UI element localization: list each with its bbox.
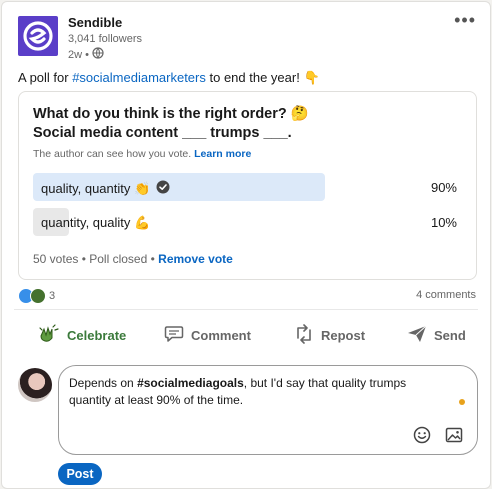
comment-icon — [164, 325, 184, 346]
poll-option-text: quantity, quality 💪 — [41, 215, 151, 230]
celebrate-reaction-icon — [30, 288, 46, 304]
reaction-count: 3 — [49, 290, 56, 302]
celebrate-label: Celebrate — [67, 327, 127, 343]
poll-card: What do you think is the right order? 🤔 … — [18, 91, 477, 280]
send-button[interactable]: Send — [407, 320, 466, 350]
comment-button[interactable]: Comment — [164, 320, 251, 350]
comment-text-before: Depends on — [69, 376, 138, 390]
celebrate-button[interactable]: Celebrate — [38, 320, 126, 350]
comment-hashtag: #socialmediagoals — [137, 376, 244, 390]
post-text: A poll for #socialmediamarketers to end … — [18, 70, 320, 86]
poll-note-text: The author can see how you vote. — [33, 148, 192, 160]
post-meta: 2w • — [68, 47, 104, 62]
learn-more-link[interactable]: Learn more — [194, 148, 251, 160]
poll-option-percent: 10% — [430, 215, 457, 230]
post-time: 2w • — [68, 48, 89, 61]
poll-option-text: quality, quantity 👏 — [41, 180, 151, 196]
comment-label: Comment — [191, 327, 251, 343]
poll-option-2[interactable]: quantity, quality 💪 10% — [33, 208, 457, 236]
author-name[interactable]: Sendible — [68, 15, 122, 30]
divider — [14, 309, 478, 310]
repost-label: Repost — [321, 327, 366, 343]
post-text-before: A poll for — [18, 70, 73, 85]
poll-status: • Poll closed • — [78, 252, 159, 266]
poll-option-1[interactable]: quality, quantity 👏 90% — [33, 173, 457, 201]
avatar[interactable] — [18, 368, 52, 402]
post-comment-button[interactable]: Post — [58, 463, 102, 485]
follower-count: 3,041 followers — [68, 33, 142, 45]
remove-vote-link[interactable]: Remove vote — [158, 252, 233, 266]
post-hashtag[interactable]: #socialmediamarketers — [72, 70, 206, 85]
reaction-summary[interactable]: 3 — [18, 288, 55, 304]
repost-button[interactable]: Repost — [294, 320, 365, 350]
check-circle-icon — [156, 180, 170, 197]
poll-footer: 50 votes • Poll closed • Remove vote — [33, 252, 233, 266]
comment-input[interactable]: Depends on #socialmediagoals, but I'd sa… — [58, 365, 478, 455]
post-text-after: to end the year! 👇 — [205, 70, 320, 85]
comment-input-text[interactable]: Depends on #socialmediagoals, but I'd sa… — [69, 375, 444, 409]
globe-icon — [92, 47, 104, 62]
poll-option-percent: 90% — [430, 180, 457, 195]
post-card: Sendible 3,041 followers 2w • ••• A poll… — [1, 1, 491, 489]
more-options-icon[interactable]: ••• — [454, 10, 476, 31]
vote-count: 50 votes — [33, 252, 79, 266]
grammar-indicator-dot[interactable] — [459, 399, 465, 405]
celebrate-icon — [38, 323, 60, 347]
poll-option-label: quantity, quality 💪 — [41, 215, 150, 231]
emoji-icon[interactable] — [413, 426, 431, 449]
poll-privacy-note: The author can see how you vote. Learn m… — [33, 148, 251, 160]
image-icon[interactable] — [445, 426, 463, 449]
send-label: Send — [434, 327, 466, 343]
poll-question: What do you think is the right order? 🤔 … — [33, 106, 309, 141]
comments-count[interactable]: 4 comments — [416, 289, 476, 301]
send-icon — [407, 325, 427, 346]
company-logo[interactable] — [18, 16, 58, 56]
repost-icon — [294, 323, 314, 347]
poll-option-label: quality, quantity 👏 — [41, 180, 170, 197]
action-bar: Celebrate Comment Repost Send — [2, 316, 490, 354]
